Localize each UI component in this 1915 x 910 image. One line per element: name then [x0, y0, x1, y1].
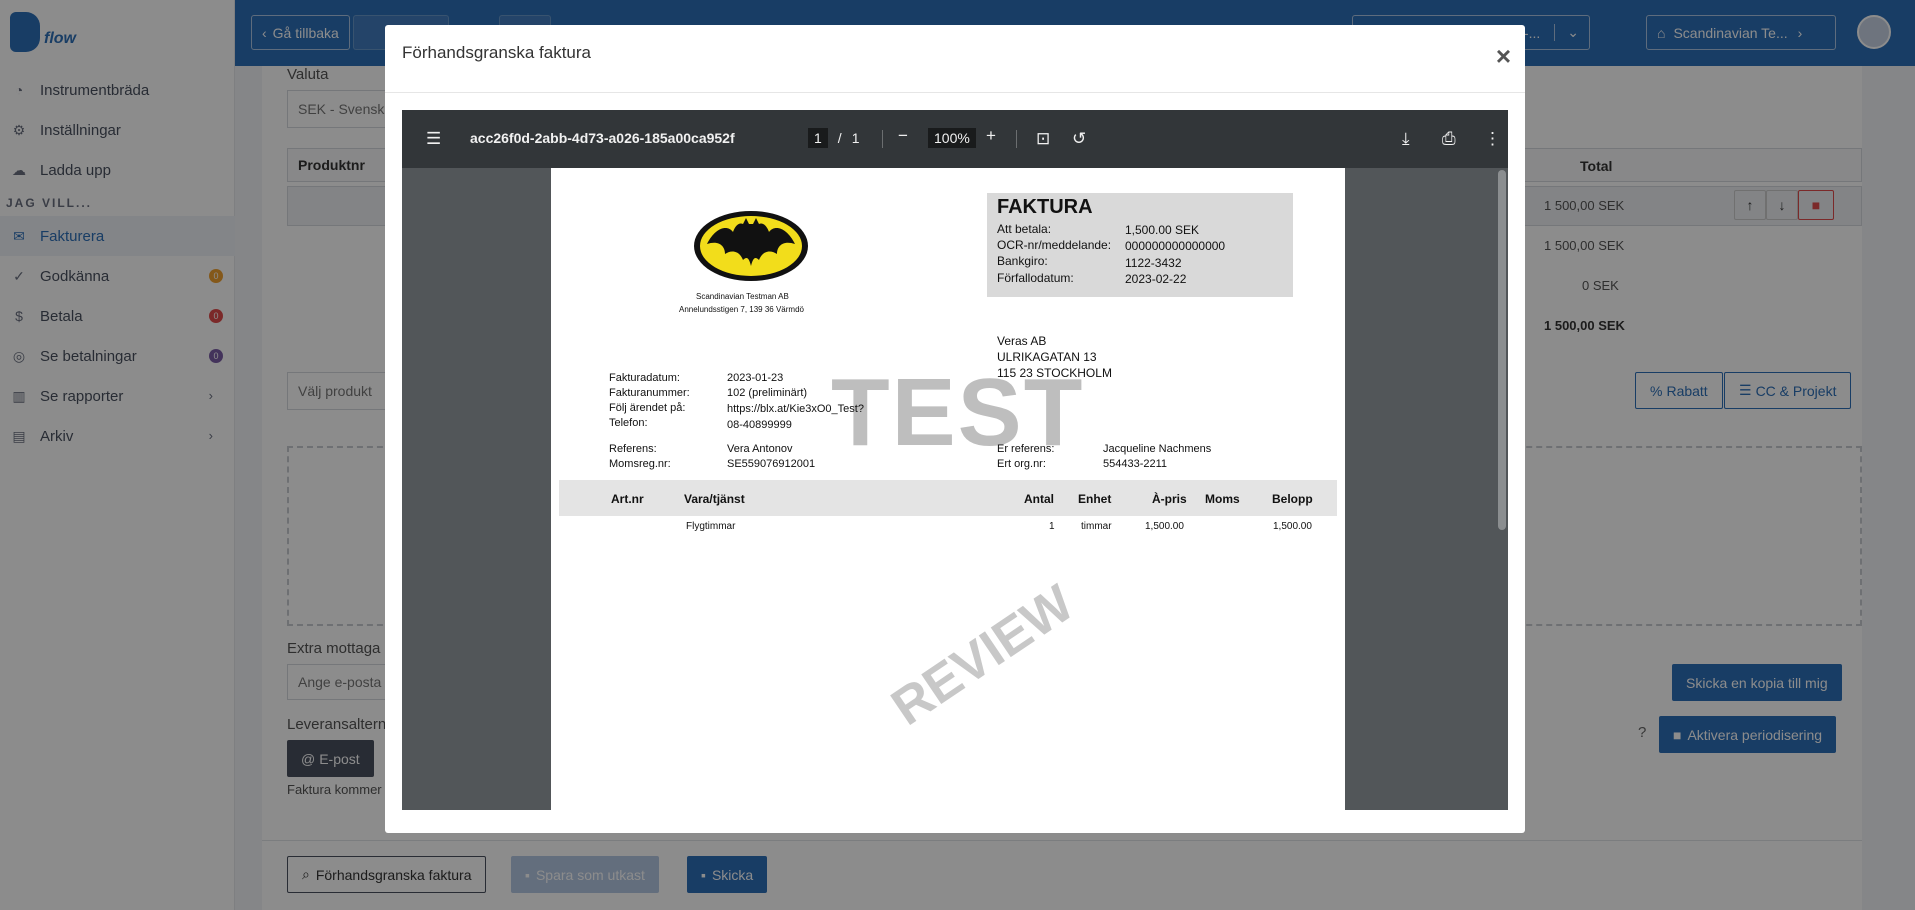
menu-icon[interactable]: ☰: [426, 129, 441, 149]
modal-divider: [385, 92, 1525, 93]
follow-link[interactable]: https://blx.at/Kie3xO0_Test?: [727, 403, 864, 415]
invoice-number-value: 102 (preliminärt): [727, 387, 808, 399]
invoice-page: TEST REVIEW Scandinavian Testman AB Anne…: [551, 168, 1345, 810]
recipient-city: 115 23 STOCKHOLM: [997, 366, 1112, 380]
reference-value: Vera Antonov: [727, 443, 793, 455]
invoice-heading: FAKTURA: [997, 196, 1093, 218]
col-amount: Belopp: [1272, 492, 1313, 506]
col-unit: Enhet: [1078, 492, 1112, 506]
reference-label: Referens:: [609, 443, 657, 455]
due-date-label: Förfallodatum:: [997, 271, 1074, 285]
preview-modal: Förhandsgranska faktura × ☰ acc26f0d-2ab…: [385, 25, 1525, 833]
zoom-input[interactable]: 100%: [928, 128, 976, 148]
zoom-in-icon[interactable]: +: [986, 126, 996, 146]
col-item: Vara/tjänst: [684, 492, 745, 506]
sender-name: Scandinavian Testman AB: [696, 292, 789, 301]
toolbar-divider: [882, 130, 883, 148]
their-reference-value: Jacqueline Nachmens: [1103, 443, 1212, 455]
org-number-label: Ert org.nr:: [997, 458, 1046, 470]
close-icon[interactable]: ×: [1496, 41, 1511, 72]
line-item-price: 1,500.00: [1145, 521, 1184, 532]
amount-due-value: 1,500.00 SEK: [1125, 223, 1200, 237]
more-options-icon[interactable]: ⋮: [1484, 129, 1501, 149]
page-count: 1: [851, 130, 860, 146]
amount-due-label: Att betala:: [997, 222, 1052, 236]
ocr-value: 000000000000000: [1125, 239, 1226, 253]
ocr-label: OCR-nr/meddelande:: [997, 238, 1112, 252]
bankgiro-label: Bankgiro:: [997, 254, 1048, 268]
pdf-scrollbar[interactable]: [1498, 170, 1506, 530]
company-logo: [694, 211, 808, 281]
line-item-unit: timmar: [1081, 521, 1112, 532]
line-item-amount: 1,500.00: [1273, 521, 1312, 532]
invoice-date-label: Fakturadatum:: [609, 372, 680, 384]
line-item-name: Flygtimmar: [686, 521, 736, 532]
pdf-filename: acc26f0d-2abb-4d73-a026-185a00ca952f: [470, 130, 735, 146]
recipient-name: Veras AB: [997, 334, 1047, 348]
page-input[interactable]: 1: [808, 128, 828, 148]
due-date-value: 2023-02-22: [1125, 272, 1187, 286]
bankgiro-value: 1122-3432: [1125, 256, 1182, 270]
pdf-viewer[interactable]: ☰ acc26f0d-2abb-4d73-a026-185a00ca952f 1…: [402, 110, 1508, 810]
page-indicator: 1 / 1: [808, 128, 859, 148]
fit-page-icon[interactable]: ⊡: [1036, 129, 1050, 149]
line-item-qty: 1: [1049, 521, 1055, 532]
phone-label: Telefon:: [609, 417, 648, 429]
vat-label: Momsreg.nr:: [609, 458, 671, 470]
invoice-number-label: Fakturanummer:: [609, 387, 690, 399]
phone-value: 08-40899999: [727, 419, 792, 431]
invoice-date-value: 2023-01-23: [727, 372, 784, 384]
follow-label: Följ ärendet på:: [609, 402, 686, 414]
download-icon[interactable]: ⤓: [1402, 129, 1410, 149]
page-separator: /: [837, 130, 842, 146]
vat-value: SE559076912001: [727, 458, 816, 470]
col-price: À-pris: [1152, 492, 1187, 506]
modal-title: Förhandsgranska faktura: [402, 43, 591, 62]
org-number-value: 554433-2211: [1103, 458, 1168, 470]
watermark-review: REVIEW: [881, 574, 1085, 737]
col-qty: Antal: [1024, 492, 1054, 506]
rotate-icon[interactable]: ↺: [1072, 129, 1086, 149]
recipient-street: ULRIKAGATAN 13: [997, 350, 1097, 364]
print-icon[interactable]: ⎙: [1442, 129, 1456, 149]
zoom-out-icon[interactable]: −: [898, 126, 908, 146]
pdf-toolbar: ☰ acc26f0d-2abb-4d73-a026-185a00ca952f 1…: [402, 110, 1508, 168]
toolbar-divider: [1016, 130, 1017, 148]
col-art-nr: Art.nr: [611, 492, 644, 506]
sender-address: Annelundsstigen 7, 139 36 Värmdö: [679, 305, 804, 314]
their-reference-label: Er referens:: [997, 443, 1055, 455]
col-vat: Moms: [1205, 492, 1240, 506]
